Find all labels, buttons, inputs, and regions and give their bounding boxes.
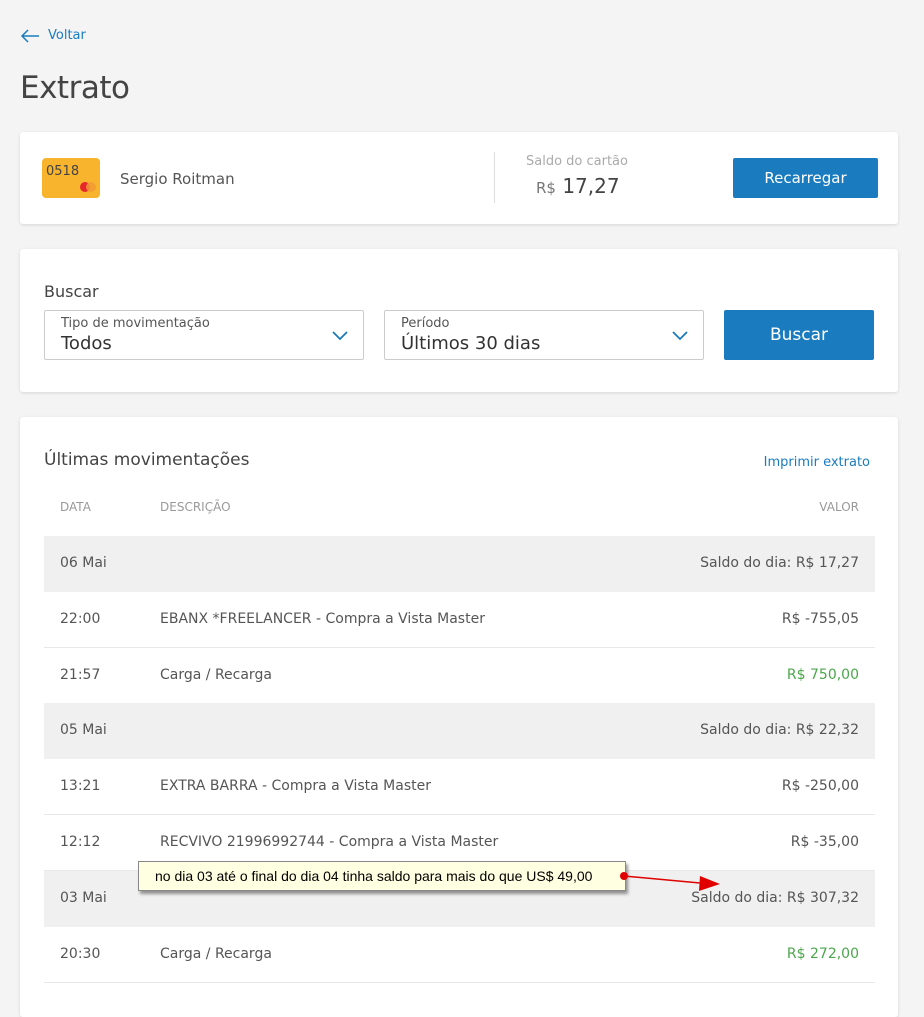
balance-label: Saldo do cartão	[526, 154, 628, 169]
movements-card: Últimas movimentações Imprimir extrato D…	[20, 417, 898, 1017]
day-summary-row: 06 Mai Saldo do dia: R$ 17,27	[44, 536, 875, 592]
movements-title: Últimas movimentações	[44, 450, 250, 470]
print-statement-link[interactable]: Imprimir extrato	[764, 455, 870, 470]
type-label: Tipo de movimentação	[61, 316, 210, 331]
row-value: Saldo do dia: R$ 22,32	[700, 722, 859, 739]
row-description: Carga / Recarga	[160, 945, 272, 962]
search-button[interactable]: Buscar	[724, 310, 874, 360]
col-date: DATA	[60, 500, 91, 514]
row-description: RECVIVO 21996992744 - Compra a Vista Mas…	[160, 834, 499, 850]
row-description: EBANX *FREELANCER - Compra a Vista Maste…	[160, 610, 485, 627]
balance-value: R$ 17,27	[536, 174, 620, 198]
account-card: 0518 Sergio Roitman Saldo do cartão R$ 1…	[20, 132, 898, 224]
transaction-row: 20:30 Carga / Recarga R$ 272,00	[44, 927, 875, 983]
page-title: Extrato	[20, 70, 130, 106]
search-title: Buscar	[44, 282, 99, 301]
row-date: 20:30	[60, 945, 101, 962]
period-value: Últimos 30 dias	[401, 333, 541, 354]
period-select[interactable]: Período Últimos 30 dias	[384, 310, 704, 360]
search-card: Buscar Tipo de movimentação Todos Períod…	[20, 249, 898, 392]
row-value: R$ 750,00	[786, 666, 859, 683]
divider	[494, 152, 495, 203]
day-summary-row: 05 Mai Saldo do dia: R$ 22,32	[44, 703, 875, 760]
row-date: 21:57	[60, 666, 101, 683]
row-date: 06 Mai	[60, 555, 107, 571]
holder-name: Sergio Roitman	[120, 170, 235, 188]
row-value: R$ -35,00	[790, 834, 859, 850]
col-value: VALOR	[819, 500, 859, 514]
row-date: 03 Mai	[60, 889, 107, 906]
back-label: Voltar	[48, 28, 86, 43]
annotation-callout: no dia 03 até o final do dia 04 tinha sa…	[138, 861, 626, 891]
arrow-left-icon	[20, 28, 39, 43]
card-number: 0518	[46, 164, 80, 179]
row-date: 12:12	[60, 834, 101, 850]
row-value: Saldo do dia: R$ 307,32	[691, 889, 859, 906]
type-select[interactable]: Tipo de movimentação Todos	[44, 310, 364, 360]
row-date: 05 Mai	[60, 722, 107, 739]
recharge-button[interactable]: Recarregar	[733, 158, 878, 198]
row-value: R$ 272,00	[786, 945, 859, 962]
transaction-row: 22:00 EBANX *FREELANCER - Compra a Vista …	[44, 592, 875, 648]
row-value: R$ -755,05	[781, 610, 859, 627]
back-link[interactable]: Voltar	[20, 28, 86, 43]
period-label: Período	[401, 316, 450, 331]
col-description: DESCRIÇÃO	[160, 500, 231, 514]
row-value: Saldo do dia: R$ 17,27	[700, 555, 859, 571]
card-icon: 0518	[42, 158, 100, 198]
transaction-row: 13:21 EXTRA BARRA - Compra a Vista Master…	[44, 759, 875, 816]
row-description: EXTRA BARRA - Compra a Vista Master	[160, 778, 431, 795]
type-value: Todos	[61, 333, 112, 354]
transaction-row: 21:57 Carga / Recarga R$ 750,00	[44, 648, 875, 704]
chevron-down-icon	[672, 331, 688, 341]
row-value: R$ -250,00	[781, 778, 859, 795]
row-description: Carga / Recarga	[160, 666, 272, 683]
chevron-down-icon	[332, 331, 348, 341]
row-date: 13:21	[60, 778, 101, 795]
row-date: 22:00	[60, 610, 101, 627]
